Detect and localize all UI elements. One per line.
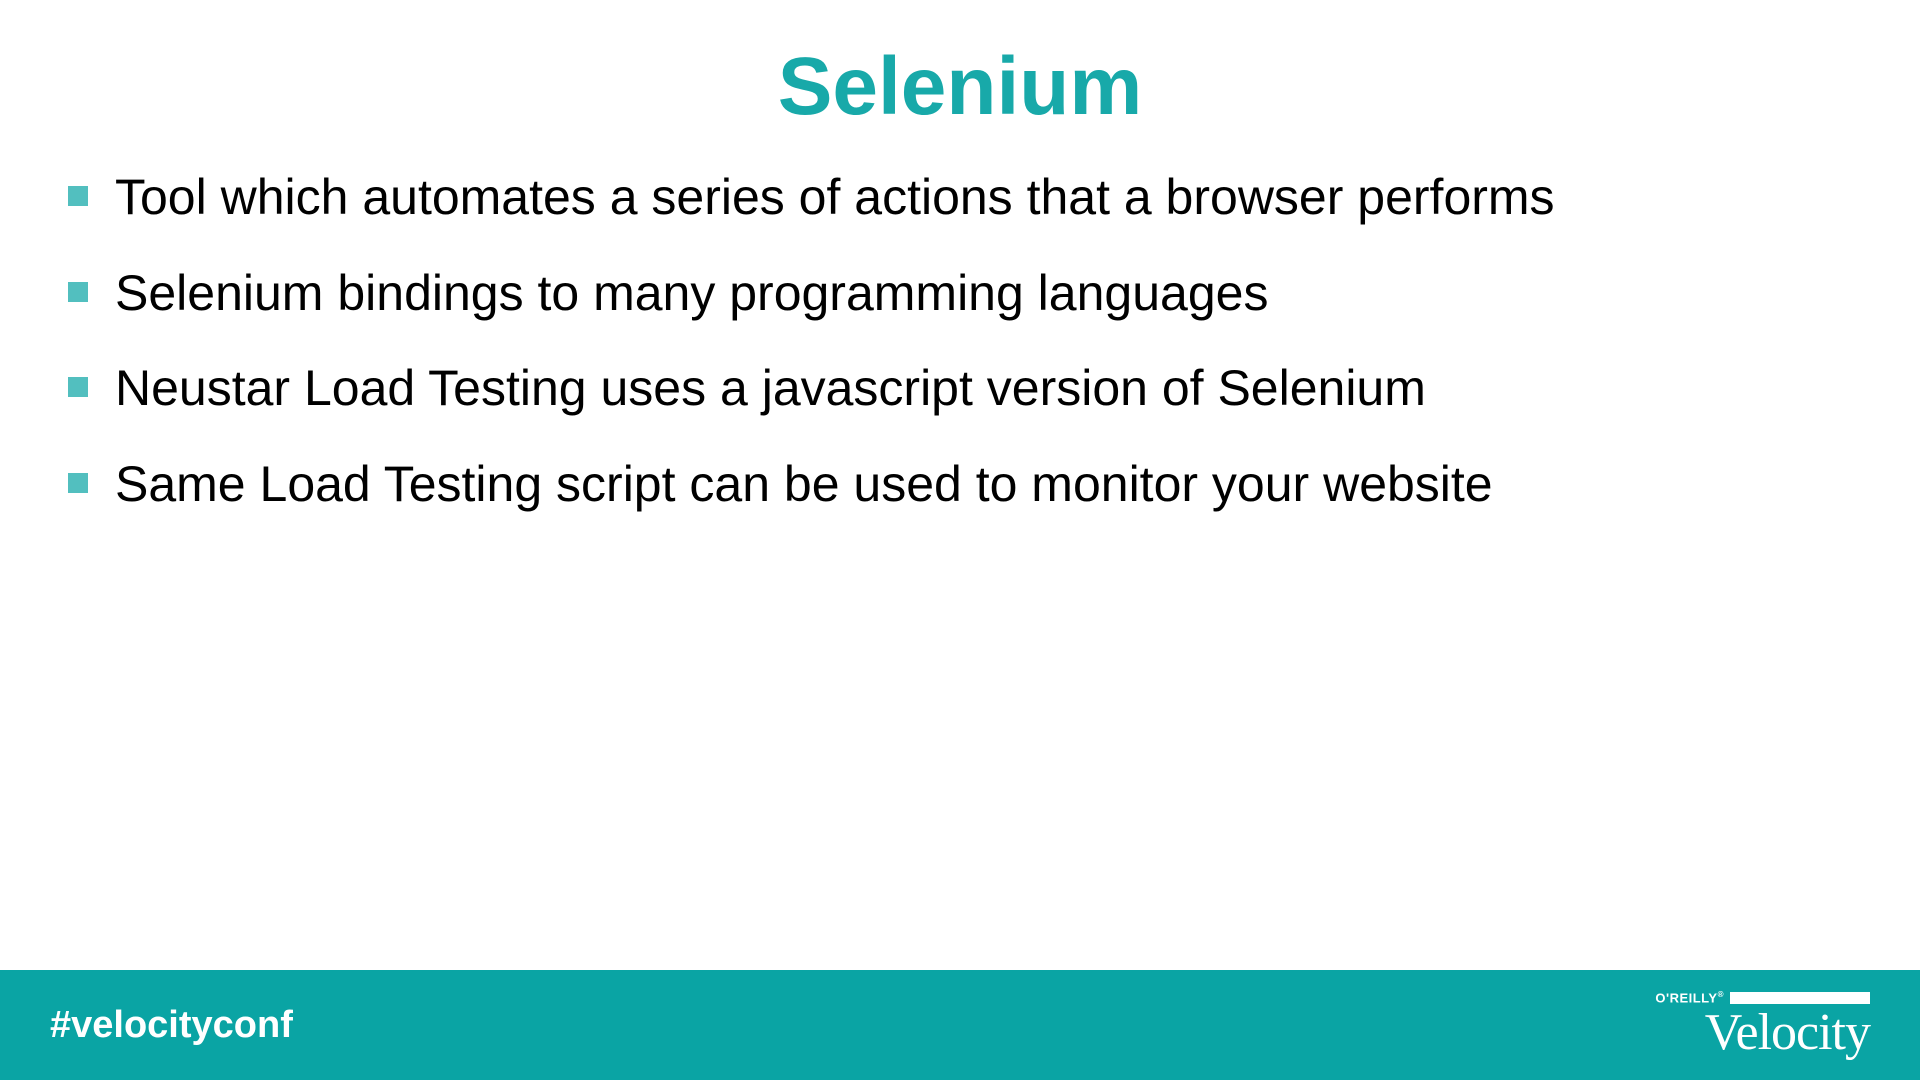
logo-top-row: O'REILLY® [1655,991,1870,1004]
slide-title: Selenium [0,0,1920,144]
logo-bar-icon [1730,992,1870,1004]
footer-bar: #velocityconf O'REILLY® Velocity [0,970,1920,1080]
bullet-icon [68,186,88,206]
bullet-text: Neustar Load Testing uses a javascript v… [115,360,1426,416]
slide-content: Tool which automates a series of actions… [0,144,1920,518]
velocity-logo: O'REILLY® Velocity [1655,991,1870,1058]
bullet-item: Same Load Testing script can be used to … [60,451,1860,519]
bullet-item: Selenium bindings to many programming la… [60,260,1860,328]
bullet-text: Same Load Testing script can be used to … [115,456,1493,512]
footer-hashtag: #velocityconf [50,1004,293,1047]
bullet-list: Tool which automates a series of actions… [60,164,1860,518]
velocity-wordmark: Velocity [1655,1007,1870,1059]
bullet-text: Tool which automates a series of actions… [115,169,1555,225]
bullet-item: Neustar Load Testing uses a javascript v… [60,355,1860,423]
bullet-icon [68,282,88,302]
bullet-icon [68,473,88,493]
oreilly-label: O'REILLY® [1655,991,1724,1004]
bullet-icon [68,377,88,397]
bullet-text: Selenium bindings to many programming la… [115,265,1268,321]
slide: Selenium Tool which automates a series o… [0,0,1920,1080]
bullet-item: Tool which automates a series of actions… [60,164,1860,232]
